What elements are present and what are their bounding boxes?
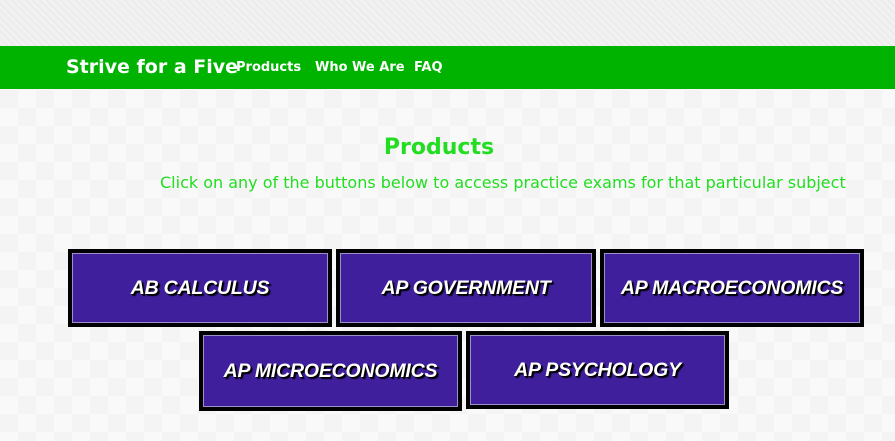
nav-link-who-we-are[interactable]: Who We Are bbox=[315, 60, 405, 76]
navbar: Strive for a Five Products Who We Are FA… bbox=[0, 46, 895, 89]
ap-psychology-button[interactable]: AP PSYCHOLOGY bbox=[466, 331, 729, 409]
brand-link[interactable]: Strive for a Five bbox=[66, 55, 238, 79]
top-strip bbox=[0, 0, 895, 46]
ab-calculus-button[interactable]: AB CALCULUS bbox=[68, 249, 332, 327]
ap-microeconomics-button[interactable]: AP MICROECONOMICS bbox=[199, 331, 462, 411]
nav-link-products[interactable]: Products bbox=[236, 60, 301, 76]
page-subtitle: Click on any of the buttons below to acc… bbox=[160, 173, 846, 192]
ap-macroeconomics-button[interactable]: AP MACROECONOMICS bbox=[600, 249, 864, 327]
nav-link-faq[interactable]: FAQ bbox=[414, 60, 443, 76]
page-title: Products bbox=[383, 135, 495, 160]
ap-government-button[interactable]: AP GOVERNMENT bbox=[336, 249, 596, 327]
